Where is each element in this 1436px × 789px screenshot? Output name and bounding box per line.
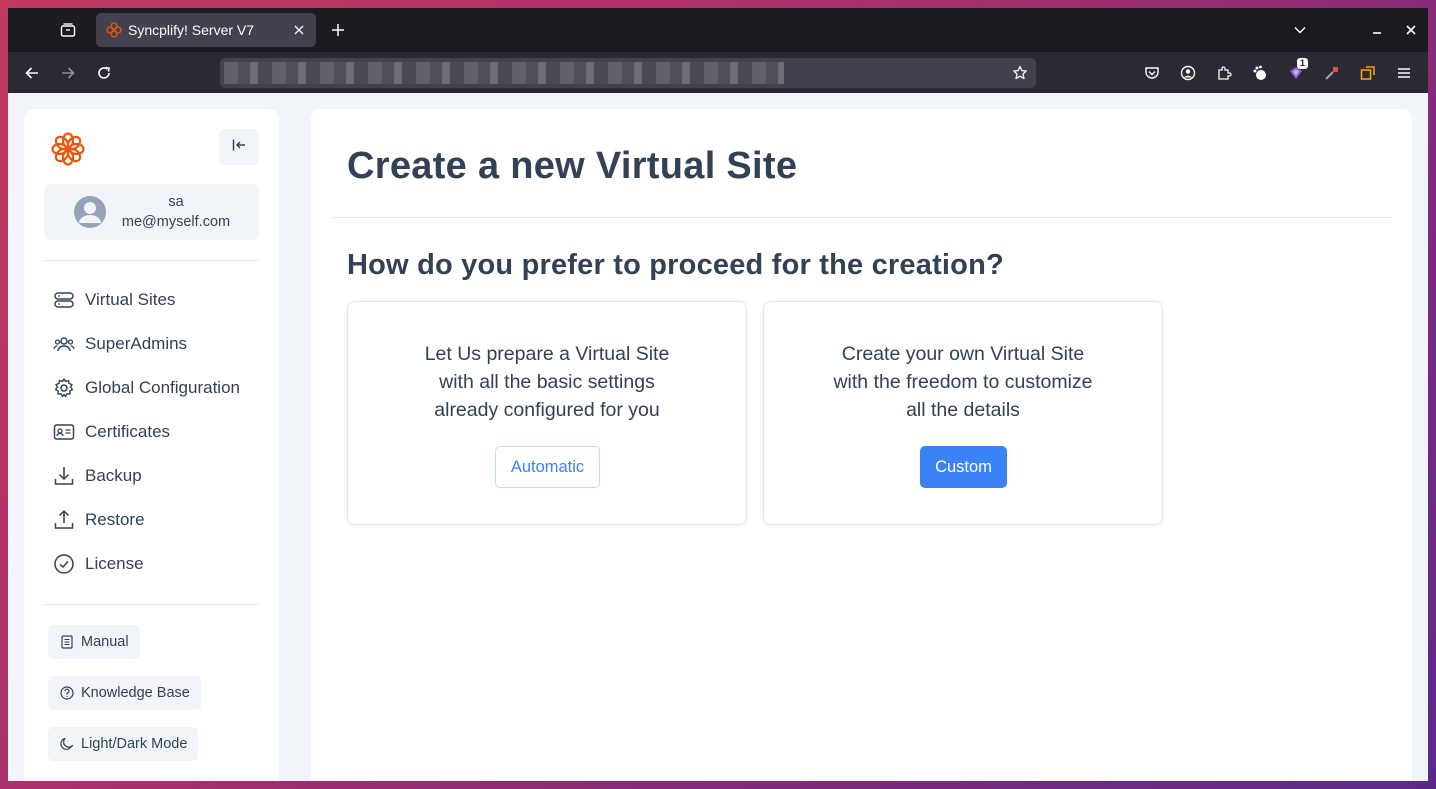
section-subtitle: How do you prefer to proceed for the cre…: [347, 249, 1004, 281]
collapse-arrow-icon: [231, 137, 247, 158]
sidebar-item-global-configuration[interactable]: Global Configuration: [44, 370, 259, 406]
upload-icon: [52, 508, 76, 532]
sidebar-item-virtual-sites[interactable]: Virtual Sites: [44, 282, 259, 318]
new-tab-plus-icon[interactable]: [328, 20, 348, 40]
option-description-line: all the details: [906, 399, 1020, 421]
light-dark-mode-label: Light/Dark Mode: [81, 736, 188, 752]
sidebar-item-certificates[interactable]: Certificates: [44, 414, 259, 450]
option-description: Create your own Virtual Site with the fr…: [764, 340, 1162, 424]
server-icon: [52, 288, 76, 312]
collapse-sidebar-button[interactable]: [219, 129, 259, 165]
sidebar-item-label: SuperAdmins: [85, 334, 188, 353]
navigation-bar: 1: [8, 52, 1428, 93]
sidebar: sa me@myself.com Virtual Sites SuperAdmi…: [24, 109, 279, 781]
gear-icon: [52, 376, 76, 400]
proton-pass-extension-icon[interactable]: 1: [1285, 58, 1309, 84]
color-picker-extension-icon[interactable]: [1321, 62, 1343, 84]
gnome-foot-icon[interactable]: [1249, 62, 1271, 84]
id-card-icon: [52, 420, 76, 444]
hamburger-menu-icon[interactable]: [1393, 62, 1415, 84]
minimize-icon[interactable]: [1367, 20, 1387, 40]
browser-window: Syncplify! Server V7 1 sa me@myself.com …: [8, 8, 1428, 781]
users-icon: [52, 332, 76, 356]
question-circle-icon: [60, 686, 74, 700]
sidebar-item-backup[interactable]: Backup: [44, 458, 259, 494]
pocket-icon[interactable]: [1141, 62, 1163, 84]
light-dark-mode-button[interactable]: Light/Dark Mode: [48, 727, 199, 761]
syncplify-logo-icon[interactable]: [50, 131, 86, 167]
extensions-puzzle-icon[interactable]: [1213, 62, 1235, 84]
sidebar-item-label: Certificates: [85, 422, 171, 441]
sidebar-item-label: License: [85, 554, 144, 573]
knowledge-base-button[interactable]: Knowledge Base: [48, 676, 201, 710]
bookmark-star-icon[interactable]: [1010, 63, 1030, 83]
knowledge-base-label: Knowledge Base: [81, 685, 190, 701]
reload-icon[interactable]: [93, 62, 115, 84]
check-circle-icon: [52, 552, 76, 576]
browser-tab[interactable]: Syncplify! Server V7: [96, 13, 316, 47]
account-icon[interactable]: [1177, 62, 1199, 84]
sidebar-item-license[interactable]: License: [44, 546, 259, 582]
automatic-button[interactable]: Automatic: [495, 446, 600, 488]
main-panel: Create a new Virtual Site How do you pre…: [311, 109, 1412, 781]
manual-button[interactable]: Manual: [48, 625, 140, 659]
user-name: sa: [168, 194, 184, 210]
custom-option-card: Create your own Virtual Site with the fr…: [763, 301, 1163, 525]
option-description-line: Let Us prepare a Virtual Site: [424, 343, 670, 365]
sidebar-item-restore[interactable]: Restore: [44, 502, 259, 538]
document-icon: [60, 635, 74, 649]
download-icon: [52, 464, 76, 488]
option-description-line: already configured for you: [434, 399, 660, 421]
sidebar-item-label: Backup: [85, 466, 142, 485]
manual-label: Manual: [81, 634, 129, 650]
sidebar-divider: [44, 260, 259, 261]
title-divider: [331, 217, 1392, 218]
syncplify-favicon-icon: [106, 22, 122, 38]
close-window-icon[interactable]: [1401, 20, 1421, 40]
sidebar-item-label: Global Configuration: [85, 378, 240, 397]
tab-close-icon[interactable]: [290, 21, 308, 39]
sidebar-divider: [44, 604, 259, 605]
page-title: Create a new Virtual Site: [347, 145, 798, 187]
user-card[interactable]: sa me@myself.com: [44, 184, 259, 240]
user-email: me@myself.com: [121, 214, 231, 230]
tab-list-icon[interactable]: [58, 20, 78, 40]
custom-button[interactable]: Custom: [920, 446, 1007, 488]
forward-arrow-icon[interactable]: [57, 62, 79, 84]
sidebar-item-superadmins[interactable]: SuperAdmins: [44, 326, 259, 362]
option-description-line: Create your own Virtual Site: [841, 343, 1085, 365]
sidebar-item-label: Restore: [85, 510, 145, 529]
screen-resize-extension-icon[interactable]: [1357, 62, 1379, 84]
option-description-line: with all the basic settings: [439, 371, 655, 393]
sidebar-item-label: Virtual Sites: [85, 290, 176, 309]
moon-icon: [60, 737, 74, 751]
extension-badge: 1: [1297, 58, 1309, 69]
automatic-option-card: Let Us prepare a Virtual Site with all t…: [347, 301, 747, 525]
option-description: Let Us prepare a Virtual Site with all t…: [348, 340, 746, 424]
page: sa me@myself.com Virtual Sites SuperAdmi…: [8, 93, 1428, 781]
chevron-down-icon[interactable]: [1290, 20, 1310, 40]
address-bar[interactable]: [220, 58, 1036, 88]
tab-title: Syncplify! Server V7: [128, 22, 255, 38]
avatar-icon: [73, 195, 107, 229]
blurred-url: [224, 62, 784, 84]
tab-strip: Syncplify! Server V7: [8, 8, 1428, 52]
option-description-line: with the freedom to customize: [833, 371, 1093, 393]
back-arrow-icon[interactable]: [21, 62, 43, 84]
